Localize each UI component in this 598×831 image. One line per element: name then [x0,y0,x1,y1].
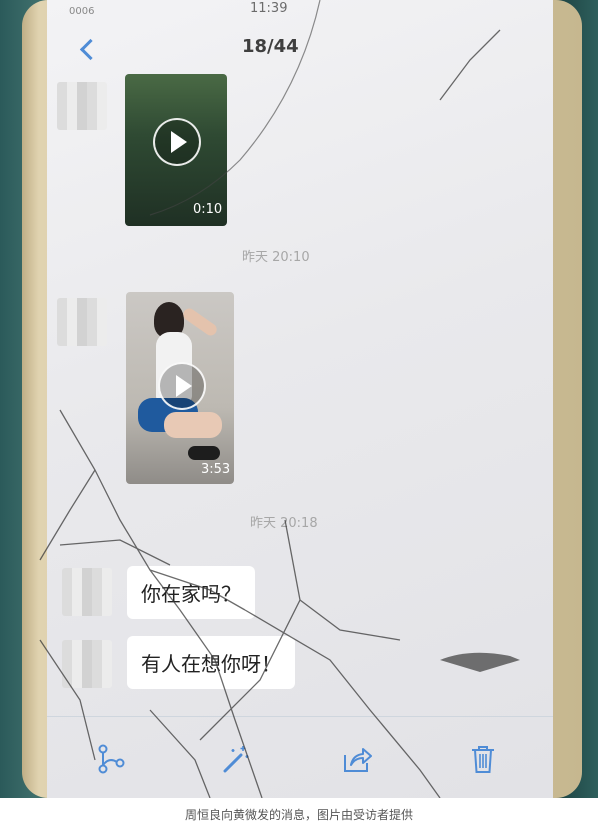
nav-title: 18/44 [242,36,299,57]
video-duration: 3:53 [201,462,231,477]
back-icon[interactable] [79,38,102,61]
status-time: 11:39 [250,1,288,16]
status-carrier: 0006 [69,6,95,17]
avatar[interactable] [62,640,112,688]
image-caption: 周恒良向黄微发的消息，图片由受访者提供 [184,808,413,822]
video-frame-person [164,412,222,438]
status-bar: 0006 11:39 [47,0,553,22]
phone-photo: 0006 11:39 18/44 0:10 昨天 20:10 3:53 昨天 2… [0,0,598,798]
forward-icon[interactable] [341,743,373,775]
phone-screen: 0006 11:39 18/44 0:10 昨天 20:10 3:53 昨天 2… [47,0,553,798]
timestamp: 昨天 20:18 [250,516,318,531]
video-message[interactable]: 3:53 [126,292,234,484]
share-branch-icon[interactable] [95,743,127,775]
video-frame-person [188,446,220,460]
avatar[interactable] [57,82,107,130]
text-message[interactable]: 有人在想你呀！ [127,636,295,689]
timestamp: 昨天 20:10 [242,250,310,265]
text-message[interactable]: 你在家吗？ [127,566,255,619]
avatar[interactable] [57,298,107,346]
magic-wand-icon[interactable] [219,743,251,775]
video-frame-person [180,306,220,338]
video-duration: 0:10 [193,202,223,217]
play-icon[interactable] [158,362,206,410]
video-message[interactable]: 0:10 [125,74,227,226]
trash-icon[interactable] [467,743,499,775]
nav-bar: 18/44 [47,24,553,68]
avatar[interactable] [62,568,112,616]
bottom-toolbar [47,716,553,798]
play-icon[interactable] [153,118,201,166]
